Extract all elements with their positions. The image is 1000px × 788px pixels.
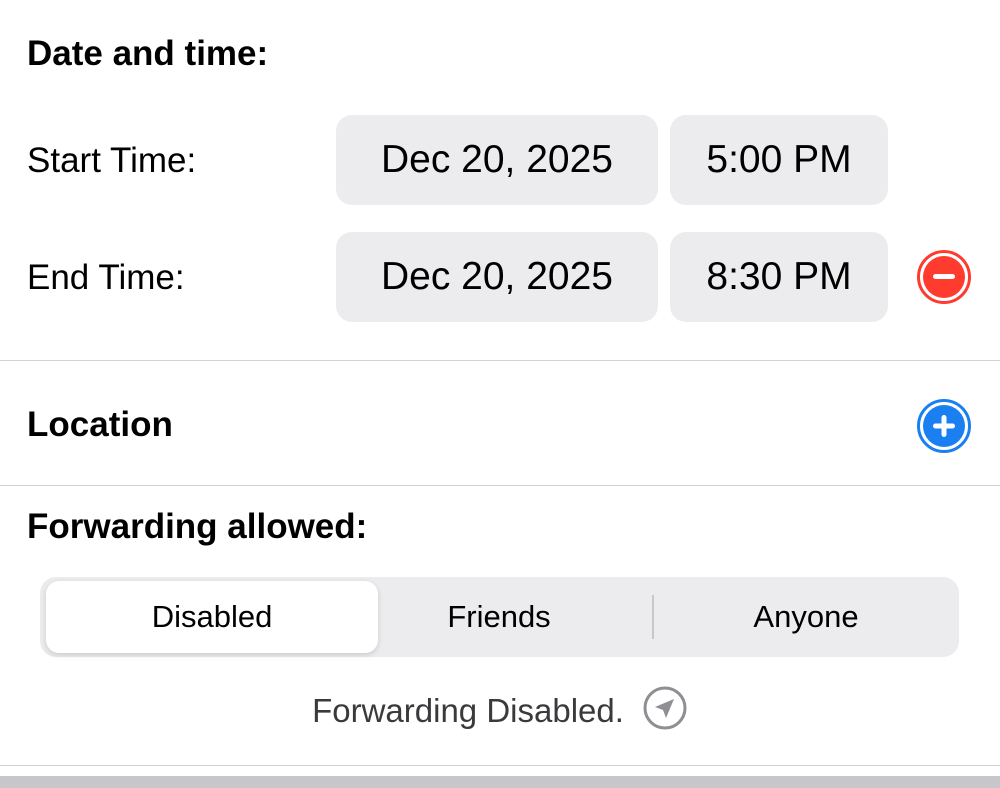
forwarding-status-text: Forwarding Disabled. (312, 691, 624, 729)
remove-end-time-button[interactable] (917, 250, 971, 304)
segment-friends[interactable]: Friends (346, 577, 652, 657)
start-time-label: Start Time: (27, 141, 197, 180)
location-arrow-icon (642, 685, 688, 736)
forwarding-status: Forwarding Disabled. (0, 685, 1000, 736)
date-time-heading: Date and time: (27, 34, 269, 73)
end-time-picker[interactable]: 8:30 PM (670, 232, 888, 322)
bottom-bar (0, 776, 1000, 788)
add-location-button[interactable] (917, 399, 971, 453)
start-time-picker[interactable]: 5:00 PM (670, 115, 888, 205)
forwarding-heading: Forwarding allowed: (27, 507, 368, 546)
event-details-panel: Date and time: Start Time: Dec 20, 2025 … (0, 0, 1000, 788)
forwarding-segmented-control: Disabled Friends Anyone (40, 577, 959, 657)
segment-disabled[interactable]: Disabled (46, 581, 378, 653)
end-date-picker[interactable]: Dec 20, 2025 (336, 232, 658, 322)
minus-circle-icon (923, 256, 965, 298)
segment-anyone[interactable]: Anyone (653, 577, 959, 657)
divider (0, 485, 1000, 486)
plus-circle-icon (923, 405, 965, 447)
location-heading: Location (27, 405, 173, 444)
start-date-picker[interactable]: Dec 20, 2025 (336, 115, 658, 205)
divider (0, 360, 1000, 361)
divider (0, 765, 1000, 766)
end-time-label: End Time: (27, 258, 185, 297)
